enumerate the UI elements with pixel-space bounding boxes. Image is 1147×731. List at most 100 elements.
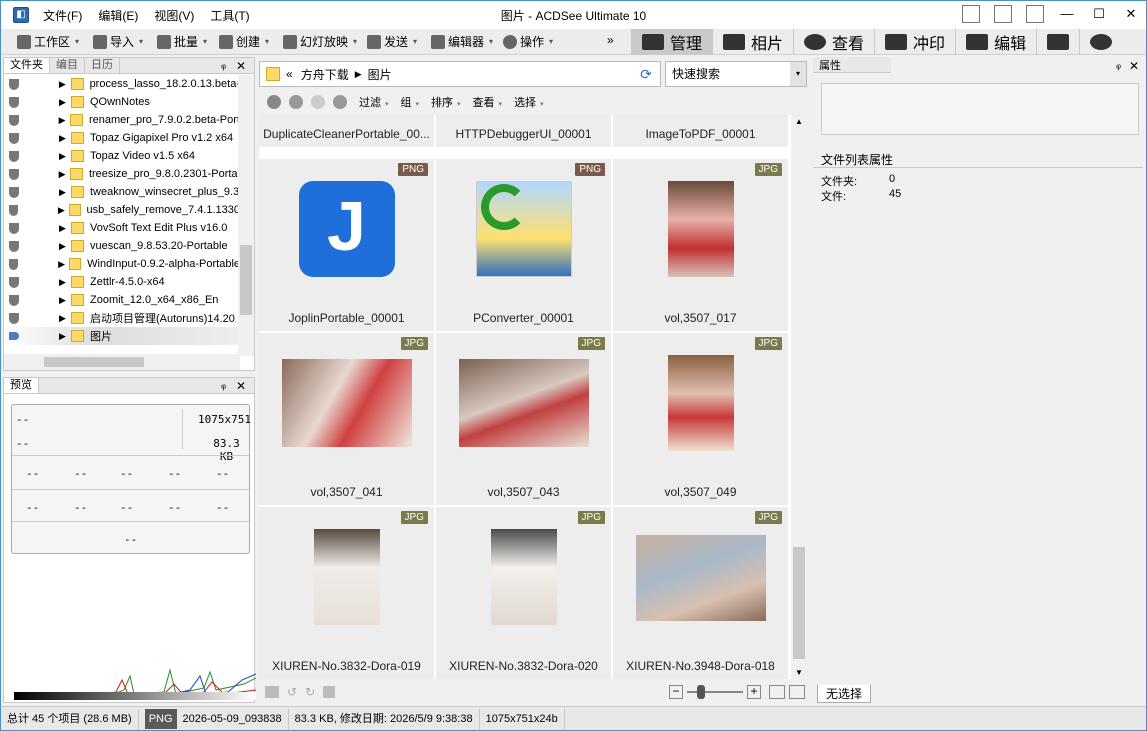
- tree-item[interactable]: ▶ Zettlr-4.5.0-x64: [4, 273, 240, 291]
- minimize-button[interactable]: —: [1058, 5, 1076, 23]
- tab-folders[interactable]: 文件夹: [4, 58, 50, 73]
- rotate-left-icon[interactable]: ↺: [287, 685, 297, 699]
- expand-arrow-icon[interactable]: ▶: [59, 241, 69, 252]
- expand-arrow-icon[interactable]: ▶: [59, 115, 69, 126]
- grid-scrollbar[interactable]: ▲ ▼: [791, 115, 807, 679]
- expand-arrow-icon[interactable]: ▶: [59, 277, 69, 288]
- mode-dashboard[interactable]: [1036, 29, 1079, 55]
- scroll-thumb[interactable]: [44, 357, 144, 367]
- tree-item[interactable]: ▶ 启动项目管理(Autoruns)14.20: [4, 309, 240, 327]
- image-tool-icon[interactable]: [265, 686, 279, 698]
- toolbar-overflow[interactable]: »: [607, 33, 614, 47]
- expand-arrow-icon[interactable]: ▶: [59, 97, 69, 108]
- tree-item[interactable]: ▶ tweaknow_winsecret_plus_9.3: [4, 183, 240, 201]
- group-menu[interactable]: 组 ▾: [401, 94, 420, 110]
- tab-no-selection[interactable]: 无选择: [817, 685, 872, 703]
- home-icon[interactable]: [267, 95, 281, 109]
- expand-arrow-icon[interactable]: ▶: [59, 169, 69, 180]
- up-icon[interactable]: [333, 95, 347, 109]
- tree-item[interactable]: ▶ Topaz Video v1.5 x64: [4, 147, 240, 165]
- toolbar-batch[interactable]: 批量 ▾: [157, 33, 207, 50]
- toolbar-import[interactable]: 导入 ▾: [93, 33, 143, 50]
- thumbnail-tile[interactable]: ImageToPDF_00001: [613, 115, 788, 147]
- rotate-right-icon[interactable]: ↻: [305, 685, 315, 699]
- toolbar-action[interactable]: 操作 ▾: [503, 33, 553, 50]
- mode-365[interactable]: [1079, 29, 1122, 55]
- scroll-thumb[interactable]: [793, 547, 805, 659]
- tree-item[interactable]: ▶ renamer_pro_7.9.0.2.beta-Port: [4, 111, 240, 129]
- close-button[interactable]: ✕: [1122, 5, 1140, 23]
- thumbnail-tile[interactable]: JPG XIUREN-No.3832-Dora-019: [259, 507, 434, 679]
- mode-develop[interactable]: 冲印: [874, 29, 955, 55]
- expand-arrow-icon[interactable]: ▶: [59, 331, 69, 342]
- menu-edit[interactable]: 编辑(E): [90, 7, 146, 24]
- tree-item[interactable]: ▶ vuescan_9.8.53.20-Portable: [4, 237, 240, 255]
- sort-menu[interactable]: 排序 ▾: [431, 94, 461, 110]
- expand-arrow-icon[interactable]: ▶: [59, 151, 69, 162]
- close-icon[interactable]: ✕: [1129, 59, 1139, 73]
- quick-search-input[interactable]: 快速搜索 ▾: [665, 61, 807, 87]
- maximize-button[interactable]: ☐: [1090, 5, 1108, 23]
- toolbar-slideshow[interactable]: 幻灯放映 ▾: [283, 33, 357, 50]
- list-view-icon[interactable]: [789, 685, 805, 699]
- tree-scrollbar[interactable]: [238, 75, 254, 356]
- scroll-thumb[interactable]: [240, 245, 252, 315]
- thumbnail-tile[interactable]: JPG vol,3507_017: [613, 159, 788, 331]
- thumbnail-tile[interactable]: JPG vol,3507_041: [259, 333, 434, 505]
- thumbnail-tile[interactable]: JPG XIUREN-No.3832-Dora-020: [436, 507, 611, 679]
- tab-preview[interactable]: 预览: [4, 378, 39, 393]
- thumbnail-tile[interactable]: HTTPDebuggerUI_00001: [436, 115, 611, 147]
- tree-item-selected[interactable]: ▶ 图片: [4, 327, 240, 345]
- expand-arrow-icon[interactable]: ▶: [59, 313, 69, 324]
- mode-manage[interactable]: 管理: [631, 29, 713, 55]
- thumbnail-tile[interactable]: DuplicateCleanerPortable_00...: [259, 115, 434, 147]
- expand-arrow-icon[interactable]: ▶: [59, 187, 69, 198]
- tree-item[interactable]: ▶ WindInput-0.9.2-alpha-Portable: [4, 255, 240, 273]
- expand-arrow-icon[interactable]: ▶: [59, 295, 69, 306]
- refresh-icon[interactable]: ⟳: [640, 66, 652, 83]
- thumbnail-tile[interactable]: JPG vol,3507_049: [613, 333, 788, 505]
- pin-icon[interactable]: ᵩ: [221, 59, 226, 71]
- back-icon[interactable]: [289, 95, 303, 109]
- close-icon[interactable]: ✕: [236, 59, 246, 73]
- app-icon[interactable]: ◧: [13, 7, 29, 23]
- mode-edit[interactable]: 编辑: [955, 29, 1036, 55]
- scroll-down-icon[interactable]: ▼: [795, 668, 803, 677]
- mode-photos[interactable]: 相片: [712, 29, 793, 55]
- tree-item[interactable]: ▶ Topaz Gigapixel Pro v1.2 x64: [4, 129, 240, 147]
- zoom-out-button[interactable]: −: [669, 685, 683, 699]
- toolbar-create[interactable]: 创建 ▾: [219, 33, 269, 50]
- mode-view[interactable]: 查看: [793, 29, 874, 55]
- pin-icon[interactable]: ᵩ: [221, 379, 226, 391]
- tree-item[interactable]: ▶ process_lasso_18.2.0.13.beta-: [4, 75, 240, 93]
- thumbnail-tile[interactable]: JPG vol,3507_043: [436, 333, 611, 505]
- layout-right-icon[interactable]: [1026, 5, 1044, 23]
- thumbnail-view-icon[interactable]: [769, 685, 785, 699]
- layout-bottom-icon[interactable]: [994, 5, 1012, 23]
- expand-arrow-icon[interactable]: ▶: [59, 223, 69, 234]
- zoom-slider[interactable]: [687, 685, 743, 699]
- tree-item[interactable]: ▶ treesize_pro_9.8.0.2301-Portal: [4, 165, 240, 183]
- tab-catalog[interactable]: 编目: [50, 58, 85, 73]
- breadcrumb-item[interactable]: 方舟下载: [301, 66, 349, 83]
- address-bar[interactable]: « 方舟下载 ▶ 图片 ⟳: [259, 61, 661, 87]
- tab-calendar[interactable]: 日历: [85, 58, 120, 73]
- expand-arrow-icon[interactable]: ▶: [59, 133, 69, 144]
- pin-icon[interactable]: ᵩ: [1116, 59, 1121, 71]
- thumbnail-tile[interactable]: PNG PConverter_00001: [436, 159, 611, 331]
- tree-item[interactable]: ▶ Zoomit_12.0_x64_x86_En: [4, 291, 240, 309]
- tree-item[interactable]: ▶ VovSoft Text Edit Plus v16.0: [4, 219, 240, 237]
- expand-arrow-icon[interactable]: ▶: [58, 205, 67, 216]
- view-menu[interactable]: 查看 ▾: [473, 94, 503, 110]
- address-back[interactable]: «: [286, 67, 293, 81]
- forward-icon[interactable]: [311, 95, 325, 109]
- select-menu[interactable]: 选择 ▾: [514, 94, 544, 110]
- expand-arrow-icon[interactable]: ▶: [58, 259, 67, 270]
- thumbnail-tile[interactable]: JPG XIUREN-No.3948-Dora-018: [613, 507, 788, 679]
- thumbnail-tile[interactable]: PNG J JoplinPortable_00001: [259, 159, 434, 331]
- toolbar-workspace[interactable]: 工作区 ▾: [17, 33, 79, 50]
- chevron-down-icon[interactable]: ▾: [790, 62, 806, 86]
- layout-left-icon[interactable]: [962, 5, 980, 23]
- filter-menu[interactable]: 过滤 ▾: [359, 94, 389, 110]
- toolbar-send[interactable]: 发送 ▾: [367, 33, 417, 50]
